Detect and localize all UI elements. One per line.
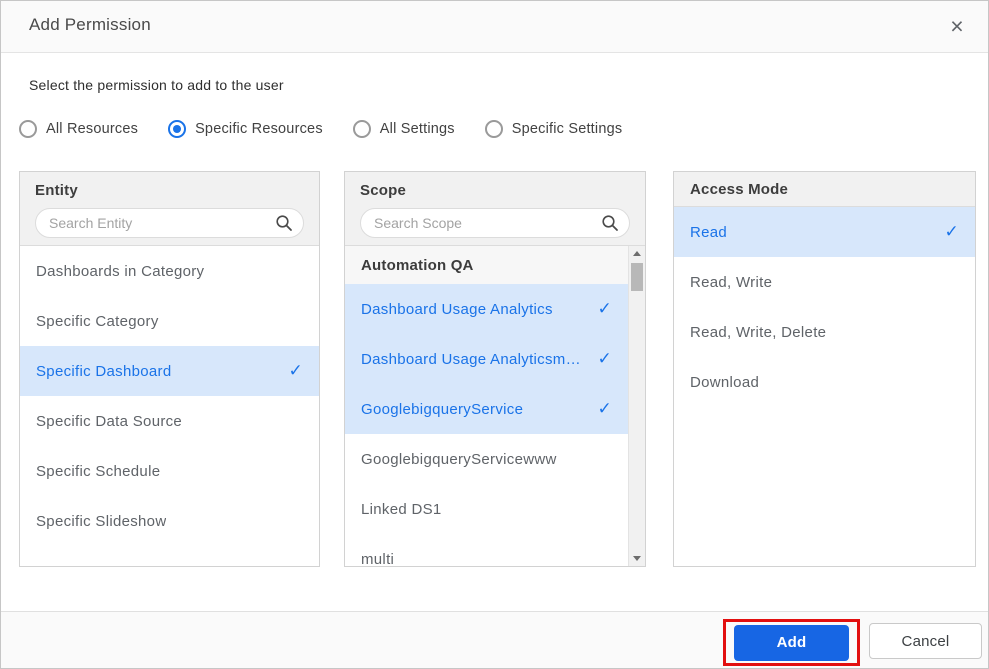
list-item[interactable]: GooglebigqueryServicewww bbox=[345, 434, 628, 484]
scrollbar-down-arrow-icon[interactable] bbox=[629, 551, 645, 566]
permission-type-radio-group: All Resources Specific Resources All Set… bbox=[19, 117, 622, 141]
scope-panel: Scope Automation QA Dashboard Usage Anal… bbox=[344, 171, 646, 567]
entity-panel: Entity Dashboards in Category Specific C… bbox=[19, 171, 320, 567]
list-item[interactable]: Specific Data Source bbox=[20, 396, 319, 446]
scope-panel-title: Scope bbox=[360, 182, 407, 199]
check-icon: ✓ bbox=[597, 299, 612, 318]
list-item[interactable]: Specific Schedule bbox=[20, 446, 319, 496]
radio-icon bbox=[352, 120, 371, 138]
list-item[interactable]: multi bbox=[345, 534, 628, 566]
radio-selected-icon bbox=[168, 120, 187, 138]
scope-panel-header: Scope bbox=[345, 172, 645, 246]
radio-label: Specific Settings bbox=[511, 121, 623, 137]
check-icon: ✓ bbox=[288, 361, 303, 380]
entity-search bbox=[35, 208, 304, 238]
scope-group-header: Automation QA bbox=[345, 246, 628, 284]
check-icon: ✓ bbox=[597, 349, 612, 368]
radio-all-resources[interactable]: All Resources bbox=[19, 120, 138, 138]
scope-scrollbar[interactable] bbox=[628, 246, 645, 566]
list-item-selected[interactable]: Specific Dashboard ✓ bbox=[20, 346, 319, 396]
access-mode-panel: Access Mode Read ✓ Read, Write Read, Wri… bbox=[673, 171, 976, 567]
list-item[interactable]: Read, Write bbox=[674, 257, 975, 307]
access-mode-list: Read ✓ Read, Write Read, Write, Delete D… bbox=[674, 207, 975, 566]
cancel-button[interactable]: Cancel bbox=[869, 623, 982, 659]
list-item[interactable]: Specific Category bbox=[20, 296, 319, 346]
list-item-selected[interactable]: Read ✓ bbox=[674, 207, 975, 257]
entity-panel-title: Entity bbox=[35, 182, 78, 199]
radio-icon bbox=[484, 120, 503, 138]
close-icon[interactable]: × bbox=[942, 11, 972, 41]
check-icon: ✓ bbox=[597, 399, 612, 418]
radio-specific-settings[interactable]: Specific Settings bbox=[484, 120, 623, 138]
scope-search-input[interactable] bbox=[360, 208, 630, 238]
add-permission-dialog: Add Permission × Select the permission t… bbox=[0, 0, 989, 669]
scope-list: Automation QA Dashboard Usage Analytics … bbox=[345, 246, 628, 566]
radio-label: Specific Resources bbox=[195, 121, 323, 137]
list-item-selected[interactable]: Dashboard Usage Analytics ✓ bbox=[345, 284, 628, 334]
add-button[interactable]: Add bbox=[734, 624, 849, 661]
list-item[interactable]: Dashboards in Category bbox=[20, 246, 319, 296]
scrollbar-thumb[interactable] bbox=[631, 263, 643, 291]
list-item[interactable]: Specific Slideshow bbox=[20, 496, 319, 546]
scope-search bbox=[360, 208, 630, 238]
list-item[interactable]: Linked DS1 bbox=[345, 484, 628, 534]
search-icon bbox=[602, 215, 618, 231]
scrollbar-up-arrow-icon[interactable] bbox=[629, 246, 645, 261]
access-mode-panel-title: Access Mode bbox=[674, 172, 975, 207]
list-item-selected[interactable]: Dashboard Usage Analyticsm… ✓ bbox=[345, 334, 628, 384]
radio-specific-resources[interactable]: Specific Resources bbox=[168, 120, 323, 138]
dialog-footer: Add Cancel bbox=[1, 611, 988, 668]
radio-label: All Settings bbox=[379, 121, 455, 137]
radio-icon bbox=[19, 120, 37, 138]
dialog-title: Add Permission bbox=[29, 15, 151, 34]
radio-label: All Resources bbox=[46, 121, 139, 137]
dialog-header: Add Permission × bbox=[1, 1, 988, 53]
annotation-highlight-box: Add bbox=[723, 619, 860, 666]
list-item[interactable]: Read, Write, Delete bbox=[674, 307, 975, 357]
dialog-subtitle: Select the permission to add to the user bbox=[29, 77, 284, 93]
list-item[interactable]: Download bbox=[674, 357, 975, 407]
entity-list: Dashboards in Category Specific Category… bbox=[20, 246, 319, 566]
entity-panel-header: Entity bbox=[20, 172, 319, 246]
entity-search-input[interactable] bbox=[35, 208, 304, 238]
list-item-selected[interactable]: GooglebigqueryService ✓ bbox=[345, 384, 628, 434]
check-icon: ✓ bbox=[944, 222, 959, 241]
radio-all-settings[interactable]: All Settings bbox=[352, 120, 455, 138]
search-icon bbox=[276, 215, 292, 231]
